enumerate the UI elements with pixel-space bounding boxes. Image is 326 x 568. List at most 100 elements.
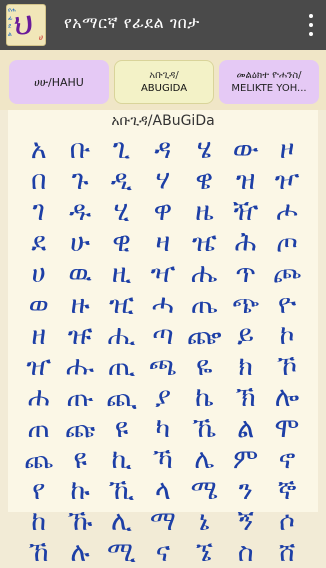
letter-cell[interactable]: ዜ: [184, 196, 225, 227]
letter-cell[interactable]: ኔ: [184, 506, 225, 537]
letter-cell[interactable]: ዋ: [142, 196, 183, 227]
letter-cell[interactable]: ጢ: [101, 351, 142, 382]
letter-cell[interactable]: ው: [225, 134, 266, 165]
letter-cell[interactable]: ሑ: [59, 351, 100, 382]
letter-cell[interactable]: ኮ: [266, 320, 307, 351]
letter-cell[interactable]: ኝ: [225, 506, 266, 537]
letter-cell[interactable]: ዬ: [184, 351, 225, 382]
letter-cell[interactable]: ኽ: [225, 382, 266, 413]
letter-cell[interactable]: ዮ: [266, 289, 307, 320]
letter-cell[interactable]: ኹ: [59, 506, 100, 537]
letter-cell[interactable]: ሊ: [101, 506, 142, 537]
letter-cell[interactable]: ዱ: [59, 196, 100, 227]
letter-cell[interactable]: ዙ: [59, 289, 100, 320]
letter-cell[interactable]: ዡ: [59, 320, 100, 351]
letter-cell[interactable]: ና: [142, 537, 183, 568]
letter-cell[interactable]: ኸ: [18, 537, 59, 568]
letter-cell[interactable]: ሓ: [142, 289, 183, 320]
letter-cell[interactable]: ዌ: [184, 165, 225, 196]
letter-cell[interactable]: ዛ: [142, 227, 183, 258]
letter-cell[interactable]: ኬ: [184, 382, 225, 413]
letter-cell[interactable]: ቡ: [59, 134, 100, 165]
letter-cell[interactable]: ጉ: [59, 165, 100, 196]
letter-cell[interactable]: ያ: [142, 382, 183, 413]
letter-cell[interactable]: የ: [18, 475, 59, 506]
letter-cell[interactable]: ሄ: [184, 134, 225, 165]
letter-cell[interactable]: ጫ: [142, 351, 183, 382]
letter-cell[interactable]: ዩ: [59, 444, 100, 475]
letter-cell[interactable]: ሔ: [184, 258, 225, 289]
letter-cell[interactable]: ዥ: [225, 196, 266, 227]
letter-cell[interactable]: ማ: [142, 506, 183, 537]
letter-cell[interactable]: ዤ: [184, 227, 225, 258]
letter-cell[interactable]: ከ: [18, 506, 59, 537]
letter-cell[interactable]: ክ: [225, 351, 266, 382]
letter-cell[interactable]: ሂ: [101, 196, 142, 227]
letter-cell[interactable]: ሀ: [18, 258, 59, 289]
letter-cell[interactable]: ዦ: [266, 165, 307, 196]
letter-cell[interactable]: ዝ: [225, 165, 266, 196]
letter-cell[interactable]: ኩ: [59, 475, 100, 506]
letter-cell[interactable]: ዲ: [101, 165, 142, 196]
letter-cell[interactable]: ካ: [142, 413, 183, 444]
letter-cell[interactable]: ኖ: [266, 444, 307, 475]
letter-cell[interactable]: ጬ: [184, 320, 225, 351]
letter-cell[interactable]: ጨ: [18, 444, 59, 475]
letter-cell[interactable]: ጥ: [225, 258, 266, 289]
letter-cell[interactable]: ኞ: [266, 475, 307, 506]
letter-cell[interactable]: ሃ: [142, 165, 183, 196]
letter-cell[interactable]: ሁ: [59, 227, 100, 258]
letter-cell[interactable]: ም: [225, 444, 266, 475]
letter-cell[interactable]: ጭ: [225, 289, 266, 320]
letter-cell[interactable]: ን: [225, 475, 266, 506]
letter-cell[interactable]: ዉ: [59, 258, 100, 289]
letter-cell[interactable]: ይ: [225, 320, 266, 351]
letter-cell[interactable]: ኺ: [101, 475, 142, 506]
letter-cell[interactable]: ዢ: [101, 289, 142, 320]
letter-cell[interactable]: ኾ: [266, 351, 307, 382]
letter-cell[interactable]: ሚ: [101, 537, 142, 568]
letter-cell[interactable]: ወ: [18, 289, 59, 320]
tab-hahu[interactable]: ሀሁ/HAHU: [9, 60, 109, 104]
tab-melikte-yohannes[interactable]: መልዕክተ ዮሐንስ/ MELIKTE YOH...: [219, 60, 319, 104]
letter-cell[interactable]: ደ: [18, 227, 59, 258]
letter-cell[interactable]: ገ: [18, 196, 59, 227]
letter-cell[interactable]: ሸ: [266, 537, 307, 568]
letter-cell[interactable]: ዩ: [101, 413, 142, 444]
letter-cell[interactable]: ጮ: [266, 258, 307, 289]
letter-cell[interactable]: ላ: [142, 475, 183, 506]
letter-cell[interactable]: ጡ: [59, 382, 100, 413]
letter-cell[interactable]: ዚ: [101, 258, 142, 289]
letter-cell[interactable]: ሎ: [266, 382, 307, 413]
letter-cell[interactable]: አ: [18, 134, 59, 165]
letter-cell[interactable]: ዠ: [18, 351, 59, 382]
letter-cell[interactable]: ሉ: [59, 537, 100, 568]
letter-cell[interactable]: ሶ: [266, 506, 307, 537]
letter-cell[interactable]: ዣ: [142, 258, 183, 289]
letter-cell[interactable]: በ: [18, 165, 59, 196]
letter-cell[interactable]: ዘ: [18, 320, 59, 351]
letter-cell[interactable]: ል: [225, 413, 266, 444]
letter-cell[interactable]: ሌ: [184, 444, 225, 475]
letter-cell[interactable]: ሖ: [266, 196, 307, 227]
letter-cell[interactable]: ሕ: [225, 227, 266, 258]
letter-cell[interactable]: ጩ: [59, 413, 100, 444]
tab-abugida[interactable]: አቡጊዳ/ ABUGIDA: [114, 60, 214, 104]
letter-cell[interactable]: ኻ: [142, 444, 183, 475]
letter-cell[interactable]: ዞ: [266, 134, 307, 165]
letter-cell[interactable]: ጊ: [101, 134, 142, 165]
letter-cell[interactable]: ዊ: [101, 227, 142, 258]
overflow-menu-icon[interactable]: [308, 14, 314, 36]
letter-cell[interactable]: ኼ: [184, 413, 225, 444]
letter-cell[interactable]: ጪ: [101, 382, 142, 413]
letter-cell[interactable]: ኜ: [184, 537, 225, 568]
letter-cell[interactable]: ስ: [225, 537, 266, 568]
letter-cell[interactable]: ሜ: [184, 475, 225, 506]
letter-cell[interactable]: ጦ: [266, 227, 307, 258]
letter-cell[interactable]: ኪ: [101, 444, 142, 475]
letter-cell[interactable]: ጤ: [184, 289, 225, 320]
letter-cell[interactable]: ጣ: [142, 320, 183, 351]
letter-cell[interactable]: ጠ: [18, 413, 59, 444]
letter-cell[interactable]: ሒ: [101, 320, 142, 351]
letter-cell[interactable]: ሞ: [266, 413, 307, 444]
